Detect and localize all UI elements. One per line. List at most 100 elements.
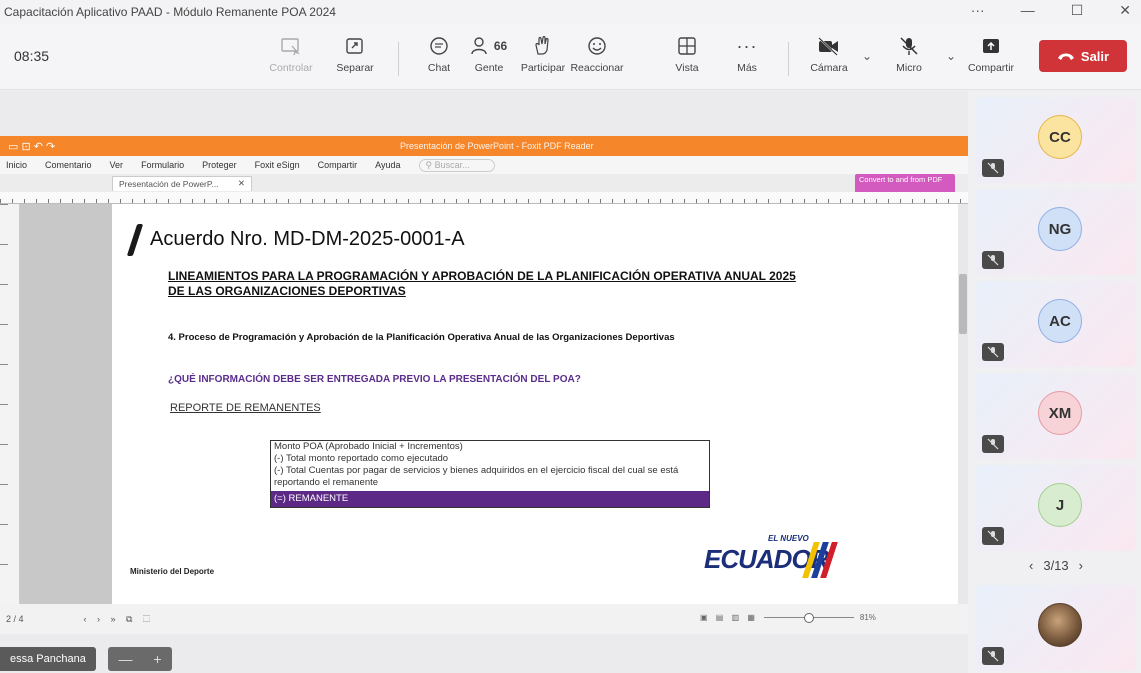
- participants-panel: CC NG AC XM J ‹ 3/13 ›: [968, 91, 1141, 673]
- menu-comentario[interactable]: Comentario: [45, 160, 92, 170]
- zoom-slider[interactable]: [763, 613, 854, 623]
- react-button[interactable]: Reaccionar: [570, 34, 624, 82]
- view-mode-icons[interactable]: ▣ ▤ ▥ ▦: [700, 613, 758, 622]
- vertical-scrollbar[interactable]: [958, 204, 968, 604]
- muted-mic-icon: [982, 527, 1004, 545]
- menu-proteger[interactable]: Proteger: [202, 160, 237, 170]
- presenter-name-tag: essa Panchana: [0, 647, 96, 671]
- muted-mic-icon: [982, 647, 1004, 665]
- document-page: Acuerdo Nro. MD-DM-2025-0001-A LINEAMIEN…: [112, 204, 958, 604]
- foxit-menu-bar: Inicio Comentario Ver Formulario Protege…: [0, 156, 968, 174]
- camera-options-chevron-icon[interactable]: ⌄: [862, 49, 872, 63]
- menu-formulario[interactable]: Formulario: [141, 160, 184, 170]
- zoom-level[interactable]: 81%: [860, 613, 876, 622]
- view-button[interactable]: Vista: [660, 34, 714, 82]
- shared-screen: ▭ ⊡ ↶ ↷ Presentación de PowerPoint - Fox…: [0, 91, 968, 673]
- tab-close-icon[interactable]: ✕: [238, 178, 245, 189]
- chat-button[interactable]: Chat: [412, 34, 466, 82]
- window-title-bar: Capacitación Aplicativo PAAD - Módulo Re…: [0, 0, 1141, 24]
- footer-ministry: Ministerio del Deporte: [130, 567, 215, 576]
- people-count: 66: [493, 39, 508, 53]
- logo-small-text: EL NUEVO: [768, 534, 809, 543]
- participant-tile[interactable]: [976, 585, 1136, 671]
- ecuador-logo: EL NUEVO ECUADOR: [704, 534, 864, 589]
- grid-icon: [676, 34, 698, 58]
- meeting-timer: 08:35: [14, 48, 50, 64]
- document-title: Acuerdo Nro. MD-DM-2025-0001-A: [150, 228, 465, 250]
- remanente-formula-box: Monto POA (Aprobado Inicial + Incremento…: [270, 440, 710, 508]
- page-background: [20, 204, 112, 604]
- more-icon: ···: [736, 35, 758, 56]
- toolbar-divider: [398, 42, 399, 76]
- people-button[interactable]: 66 Gente: [462, 34, 516, 82]
- menu-ver[interactable]: Ver: [110, 160, 124, 170]
- document-tab[interactable]: Presentación de PowerP... ✕: [112, 175, 252, 191]
- participant-tile[interactable]: NG: [976, 189, 1136, 275]
- zoom-in-icon[interactable]: +: [153, 651, 161, 667]
- search-icon: ⚲: [425, 159, 433, 170]
- mic-options-chevron-icon[interactable]: ⌄: [946, 49, 956, 63]
- raise-hand-icon: [532, 34, 554, 58]
- participant-tile[interactable]: AC: [976, 281, 1136, 367]
- question-heading: ¿QUÉ INFORMACIÓN DEBE SER ENTREGADA PREV…: [168, 374, 581, 385]
- pager-next-icon[interactable]: ›: [1079, 558, 1083, 573]
- zoom-out-icon[interactable]: —: [118, 651, 132, 667]
- section-title: 4. Proceso de Programación y Aprobación …: [168, 332, 675, 343]
- zoom-controls[interactable]: — +: [108, 647, 172, 671]
- mic-button[interactable]: Micro: [882, 34, 936, 82]
- convert-pdf-badge[interactable]: Convert to and from PDF: [855, 174, 955, 194]
- toolbar-divider: [788, 42, 789, 76]
- avatar: NG: [1038, 207, 1082, 251]
- share-button[interactable]: Compartir: [964, 34, 1018, 82]
- participant-tile[interactable]: CC: [976, 97, 1136, 183]
- close-icon[interactable]: ✕: [1119, 2, 1131, 19]
- muted-mic-icon: [982, 159, 1004, 177]
- scrollbar-thumb[interactable]: [959, 274, 967, 334]
- pager-prev-icon[interactable]: ‹: [1029, 558, 1033, 573]
- share-icon: [980, 34, 1002, 58]
- smile-icon: [586, 34, 608, 58]
- formula-line: (-) Total Cuentas por pagar de servicios…: [274, 465, 679, 488]
- avatar-photo: [1038, 603, 1082, 647]
- muted-mic-icon: [982, 251, 1004, 269]
- window-title: Capacitación Aplicativo PAAD - Módulo Re…: [4, 5, 336, 19]
- formula-total: (=) REMANENTE: [271, 491, 709, 507]
- foxit-title-bar: ▭ ⊡ ↶ ↷ Presentación de PowerPoint - Fox…: [0, 136, 968, 156]
- pop-out-button[interactable]: Separar: [328, 34, 382, 82]
- menu-inicio[interactable]: Inicio: [6, 160, 27, 170]
- leave-button[interactable]: Salir: [1039, 40, 1127, 72]
- zoom-bar: ▣ ▤ ▥ ▦ 81%: [700, 613, 876, 623]
- raise-hand-button[interactable]: Participar: [516, 34, 570, 82]
- people-icon: 66: [471, 34, 507, 58]
- foxit-tab-bar: Presentación de PowerP... ✕: [0, 174, 968, 192]
- camera-button[interactable]: Cámara: [802, 34, 856, 82]
- search-box[interactable]: ⚲ Buscar...: [418, 158, 495, 172]
- avatar: J: [1038, 483, 1082, 527]
- maximize-icon[interactable]: ☐: [1071, 2, 1084, 19]
- foxit-window-title: Presentación de PowerPoint - Foxit PDF R…: [400, 141, 594, 151]
- chat-icon: [428, 34, 450, 58]
- camera-off-icon: [817, 34, 841, 58]
- formula-line: (-) Total monto reportado como ejecutado: [274, 453, 449, 464]
- report-title: REPORTE DE REMANENTES: [170, 402, 321, 414]
- page-indicator[interactable]: 2 / 4: [6, 614, 24, 624]
- participant-tile[interactable]: XM: [976, 373, 1136, 459]
- logo-flag-bars: [802, 542, 838, 578]
- control-button[interactable]: Controlar: [264, 34, 318, 82]
- logo-slash-icon: [126, 224, 144, 256]
- pop-out-icon: [344, 34, 366, 58]
- menu-ayuda[interactable]: Ayuda: [375, 160, 400, 170]
- formula-line: Monto POA (Aprobado Inicial + Incremento…: [274, 441, 463, 452]
- avatar: CC: [1038, 115, 1082, 159]
- phone-hangup-icon: [1057, 49, 1075, 64]
- foxit-logo-icon: ▭ ⊡ ↶ ↷: [8, 140, 56, 153]
- menu-foxit-esign[interactable]: Foxit eSign: [255, 160, 300, 170]
- page-nav-icons[interactable]: ‹ › » ⧉ ⬚: [84, 614, 154, 625]
- participant-tile[interactable]: J: [976, 465, 1136, 551]
- minimize-icon[interactable]: —: [1021, 2, 1035, 19]
- mic-off-icon: [898, 34, 920, 58]
- more-button[interactable]: ··· Más: [720, 34, 774, 82]
- more-options-icon[interactable]: ···: [971, 2, 985, 19]
- menu-compartir[interactable]: Compartir: [318, 160, 358, 170]
- muted-mic-icon: [982, 435, 1004, 453]
